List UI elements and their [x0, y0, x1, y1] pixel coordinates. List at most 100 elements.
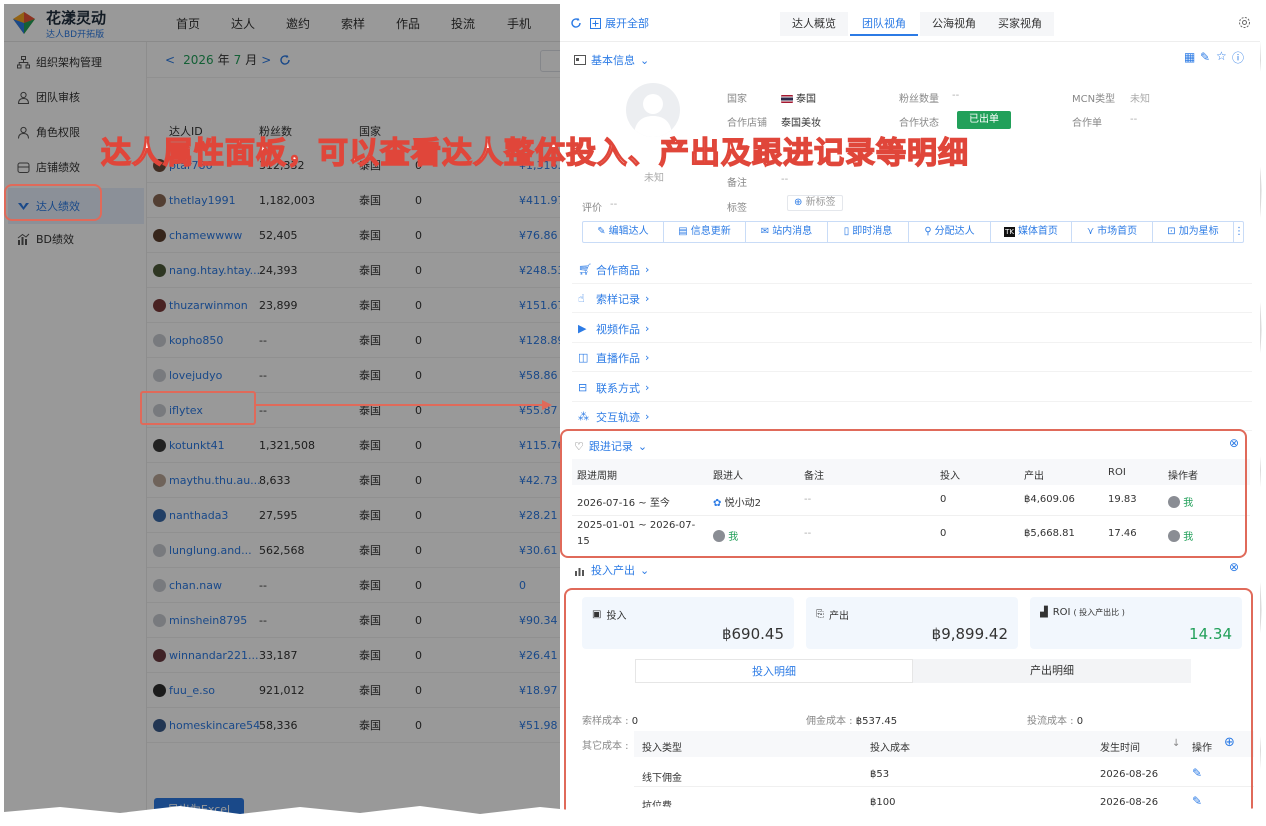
refresh-icon — [570, 17, 582, 29]
user-plus-icon: ⚲ — [924, 226, 932, 237]
coop-value: -- — [1130, 114, 1138, 125]
market-home-button[interactable]: ⋎ 市场首页 — [1072, 222, 1153, 242]
market-icon: ⋎ — [1086, 226, 1095, 237]
instant-message-button[interactable]: ▯ 即时消息 — [828, 222, 909, 242]
site-message-button[interactable]: ✉ 站内消息 — [746, 222, 828, 242]
action-label: 分配达人 — [934, 226, 975, 237]
annotation-box-followup — [560, 429, 1247, 558]
section-coop-products[interactable]: 🛒︎ 合作商品 › — [572, 256, 1252, 284]
action-label: 站内消息 — [772, 226, 813, 237]
close-circle-icon[interactable]: ⊗ — [1229, 560, 1239, 574]
expand-icon — [590, 17, 601, 29]
section-input-output[interactable]: 投入产出 ⌄ — [574, 562, 649, 578]
edit-icon[interactable]: ✎ — [1200, 50, 1210, 64]
live-icon: ◫ — [578, 351, 589, 364]
tiktok-icon: TK — [1004, 227, 1015, 237]
phone-icon: ▯ — [843, 226, 850, 237]
status-label: 合作状态 — [899, 118, 939, 129]
action-label: 即时消息 — [852, 226, 893, 237]
section-title: 基本信息 — [591, 54, 635, 67]
section-interaction-track[interactable]: ⁂ 交互轨迹 › — [572, 403, 1252, 431]
section-label: 合作商品 — [596, 263, 640, 277]
annotation-box-row — [140, 391, 256, 425]
action-label: 媒体首页 — [1017, 226, 1058, 237]
tab-public-pool[interactable]: 公海视角 — [920, 12, 988, 36]
chevron-down-icon: ⌄ — [640, 53, 650, 67]
tab-team-view[interactable]: 团队视角 — [850, 12, 918, 36]
section-label: 交互轨迹 — [596, 410, 640, 424]
tag-label: 标签 — [727, 203, 747, 214]
section-basic-info[interactable]: 基本信息 ⌄ — [574, 52, 649, 68]
add-tag-button[interactable]: ⊕ 新标签 — [787, 195, 843, 211]
chevron-right-icon: › — [645, 292, 650, 305]
section-title: 投入产出 — [591, 564, 635, 577]
shop-value: 泰国美妆 — [781, 118, 821, 129]
fans-label: 粉丝数量 — [899, 94, 939, 105]
id-card-icon — [574, 55, 586, 65]
rating-label: 评价 — [582, 203, 602, 214]
thailand-flag-icon — [781, 95, 793, 103]
status-badge: 已出单 — [957, 111, 1011, 129]
status-text: 已出单 — [969, 114, 999, 125]
country-value: 泰国 — [781, 90, 816, 105]
grid-icon[interactable]: ▦ — [1184, 50, 1195, 64]
settings-icon[interactable] — [1238, 16, 1251, 29]
star-icon[interactable]: ☆ — [1216, 49, 1227, 63]
country-text: 泰国 — [796, 94, 816, 105]
modal-overlay[interactable] — [4, 4, 560, 820]
contact-icon: ⊟ — [578, 381, 588, 394]
footprint-icon: ⁂ — [578, 410, 589, 423]
action-label: 加为星标 — [1178, 226, 1219, 237]
action-label: 编辑达人 — [608, 226, 649, 237]
info-update-button[interactable]: ▤ 信息更新 — [664, 222, 746, 242]
info-icon[interactable]: ⓘ — [1232, 49, 1244, 66]
chevron-right-icon: › — [645, 381, 650, 394]
plus-circle-icon: ⊕ — [794, 197, 803, 208]
action-label: 信息更新 — [690, 226, 731, 237]
action-bar: ✎ 编辑达人 ▤ 信息更新 ✉ 站内消息 ▯ 即时消息 ⚲ 分配达人 TK 媒体首页 ⋎ 市场… — [582, 221, 1244, 243]
chevron-right-icon: › — [645, 263, 650, 276]
section-live-works[interactable]: ◫ 直播作品 › — [572, 344, 1252, 372]
section-video-works[interactable]: ▶︎ 视频作品 › — [572, 315, 1252, 343]
mcn-label: MCN类型 — [1072, 94, 1116, 105]
bar-chart-icon — [574, 565, 586, 576]
cart-icon: 🛒︎ — [578, 263, 592, 276]
more-icon[interactable]: ⋮ — [1234, 222, 1244, 242]
media-home-button[interactable]: TK 媒体首页 — [991, 222, 1072, 242]
chevron-right-icon: › — [645, 410, 650, 423]
coop-label: 合作单 — [1072, 118, 1102, 129]
section-contact[interactable]: ⊟ 联系方式 › — [572, 374, 1252, 402]
annotation-box-sidebar — [4, 184, 102, 221]
add-star-button[interactable]: ⊡ 加为星标 — [1153, 222, 1234, 242]
section-label: 直播作品 — [596, 351, 640, 365]
drawer-header: 展开全部 达人概览 团队视角 公海视角 买家视角 — [560, 4, 1260, 42]
tab-overview[interactable]: 达人概览 — [780, 12, 848, 36]
annotation-arrow — [254, 400, 552, 410]
country-label: 国家 — [727, 94, 747, 105]
expand-all-button[interactable]: 展开全部 — [570, 15, 649, 31]
expand-all-label: 展开全部 — [605, 17, 649, 30]
remark-label: 备注 — [727, 178, 747, 189]
video-icon: ▶︎ — [578, 322, 587, 335]
section-label: 联系方式 — [596, 381, 640, 395]
edit-influencer-button[interactable]: ✎ 编辑达人 — [583, 222, 664, 242]
rating-value: -- — [610, 199, 618, 210]
list-icon: ▤ — [678, 226, 688, 237]
chevron-right-icon: › — [645, 351, 650, 364]
annotation-box-input-output — [564, 588, 1253, 820]
screenshot-frame: 花漾灵动 达人BD开拓版 首页 达人 邀约 索样 作品 投流 手机 组织架构管理… — [4, 4, 1260, 820]
mcn-value: 未知 — [1130, 94, 1150, 105]
action-label: 市场首页 — [1097, 226, 1138, 237]
mail-icon: ✉ — [760, 226, 770, 237]
remark-value: -- — [781, 174, 789, 185]
hand-icon: ☝︎ — [578, 292, 585, 305]
bookmark-icon: ⊡ — [1167, 226, 1176, 237]
fans-value: -- — [952, 90, 960, 101]
section-label: 索样记录 — [596, 292, 640, 306]
section-sample-records[interactable]: ☝︎ 索样记录 › — [572, 285, 1252, 313]
tab-buyer-view[interactable]: 买家视角 — [986, 12, 1054, 36]
assign-influencer-button[interactable]: ⚲ 分配达人 — [909, 222, 991, 242]
section-label: 视频作品 — [596, 322, 640, 336]
chevron-down-icon: ⌄ — [640, 563, 650, 577]
shop-label: 合作店铺 — [727, 118, 767, 129]
